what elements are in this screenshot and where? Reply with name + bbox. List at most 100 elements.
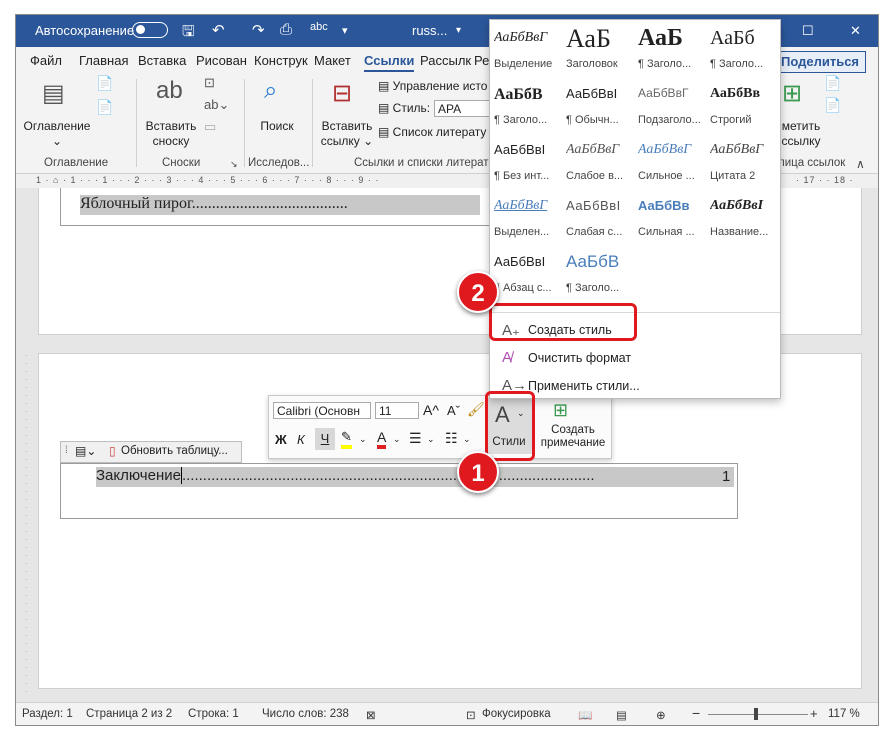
style-toc-heading[interactable]: АаБбВ ¶ Заголо...: [564, 246, 634, 301]
numbering-icon[interactable]: ☷: [445, 430, 458, 447]
style-subtitle[interactable]: АаБбВвГ Подзаголо...: [636, 78, 706, 133]
status-section[interactable]: Раздел: 1: [22, 708, 73, 720]
italic-button[interactable]: К: [297, 432, 305, 447]
zoom-out-button[interactable]: −: [692, 705, 700, 721]
style-emphasis[interactable]: АаБбВвГ Выделение: [492, 22, 562, 77]
update-toc-button[interactable]: Обновить таблицу...: [121, 445, 228, 457]
font-color-dropdown-icon[interactable]: ⌄: [393, 434, 401, 445]
tab-insert[interactable]: Вставка: [138, 53, 186, 68]
customize-qat-icon[interactable]: ▾: [342, 24, 348, 37]
redo-icon[interactable]: ↷: [252, 21, 265, 39]
zoom-slider-track[interactable]: [708, 714, 808, 715]
proofing-icon[interactable]: ⊠: [366, 708, 376, 722]
style-heading-3[interactable]: АаБбВ ¶ Заголо...: [492, 78, 562, 133]
style-list-paragraph[interactable]: АаБбВвІ ¶ Абзац с...: [492, 246, 562, 301]
add-text-icon[interactable]: 📄: [96, 75, 113, 92]
autosave-toggle[interactable]: [132, 22, 168, 38]
style-title[interactable]: АаБ Заголовок: [564, 22, 634, 77]
underline-button[interactable]: Ч: [315, 428, 335, 450]
style-sample: АаБбВвГ: [638, 86, 689, 100]
share-button[interactable]: Поделиться: [774, 51, 866, 73]
style-strong[interactable]: АаБбВв Строгий: [708, 78, 778, 133]
grow-font-icon[interactable]: A^: [423, 402, 439, 418]
toc-line-apple-pie[interactable]: Яблочный пирог..........................…: [80, 195, 480, 215]
toc-menu-icon[interactable]: ▤⌄: [75, 444, 96, 458]
style-heading-1[interactable]: АаБ ¶ Заголо...: [636, 22, 706, 77]
tab-draw[interactable]: Рисован: [196, 53, 247, 68]
insert-toa-icon[interactable]: 📄: [824, 75, 841, 92]
highlight-color-icon[interactable]: ✎: [341, 429, 352, 449]
drag-handle-icon[interactable]: ⁞: [65, 445, 68, 456]
insert-footnote-button[interactable]: Вставить сноску: [140, 119, 202, 149]
status-word-count[interactable]: Число слов: 238: [262, 708, 349, 720]
save-icon[interactable]: 🖫: [182, 21, 195, 46]
format-painter-icon[interactable]: 🖌: [467, 401, 485, 418]
tab-design[interactable]: Конструк: [254, 53, 308, 68]
toc-field-tab[interactable]: ⁞ ▤⌄ ▯ Обновить таблицу...: [60, 441, 242, 463]
font-name-combo[interactable]: Calibri (Основн: [273, 402, 371, 419]
style-heading-2[interactable]: АаБб ¶ Заголо...: [708, 22, 778, 77]
toc-button-label: Оглавление: [23, 119, 91, 133]
zoom-level[interactable]: 117 %: [828, 708, 860, 720]
doc-name-dropdown-icon[interactable]: ▾: [456, 25, 461, 36]
bullets-icon[interactable]: ☰: [409, 430, 422, 447]
zoom-slider-thumb[interactable]: [754, 708, 758, 720]
style-combo[interactable]: APA: [434, 100, 490, 117]
next-footnote-icon[interactable]: ab⌄: [204, 97, 229, 113]
bold-button[interactable]: Ж: [275, 432, 287, 447]
collapse-ribbon-icon[interactable]: ∧: [856, 157, 865, 171]
tab-layout[interactable]: Макет: [314, 53, 351, 68]
show-notes-icon[interactable]: ▭: [204, 119, 216, 135]
close-button[interactable]: ✕: [850, 23, 861, 39]
insert-citation-button[interactable]: Вставить ссылку ⌄: [316, 119, 378, 149]
style-subtle-emphasis[interactable]: АаБбВвГ Слабое в...: [564, 134, 634, 189]
update-table-icon[interactable]: 📄: [96, 99, 113, 116]
shrink-font-icon[interactable]: Aˇ: [447, 403, 460, 418]
undo-icon[interactable]: ↶: [212, 21, 225, 39]
manage-sources-button[interactable]: ▤ Управление исто: [378, 79, 487, 93]
web-layout-icon[interactable]: ⊕: [656, 708, 666, 722]
bullets-dropdown-icon[interactable]: ⌄: [427, 434, 435, 445]
focus-icon[interactable]: ⊡: [466, 708, 476, 722]
mark-label-1: метить: [781, 119, 821, 133]
style-book-title[interactable]: АаБбВвІ Название...: [708, 190, 778, 245]
tab-references[interactable]: Ссылки: [364, 53, 415, 72]
style-quote-2[interactable]: АаБбВвГ Цитата 2: [708, 134, 778, 189]
status-page[interactable]: Страница 2 из 2: [86, 708, 172, 720]
style-intense-quote[interactable]: АаБбВвГ Выделен...: [492, 190, 562, 245]
highlight-dropdown-icon[interactable]: ⌄: [359, 434, 367, 445]
maximize-button[interactable]: ☐: [802, 23, 814, 39]
spelling-icon[interactable]: abc: [310, 21, 328, 33]
tab-mailings[interactable]: Рассылк: [420, 53, 471, 68]
vertical-ruler[interactable]: [20, 355, 32, 695]
new-comment-button[interactable]: Создать примечание: [535, 424, 611, 450]
font-size-combo[interactable]: 11: [375, 402, 419, 419]
footnotes-launcher-icon[interactable]: ↘: [230, 159, 238, 170]
clear-formatting-item[interactable]: A̸ Очистить формат: [490, 344, 780, 372]
print-layout-icon[interactable]: ▤: [616, 708, 627, 722]
document-name[interactable]: russ...: [412, 23, 447, 38]
search-button[interactable]: Поиск: [252, 119, 302, 134]
mark-citation-button[interactable]: метить ссылку: [776, 119, 826, 149]
print-icon[interactable]: ⎙: [280, 21, 292, 38]
style-no-spacing[interactable]: АаБбВвІ ¶ Без инт...: [492, 134, 562, 189]
status-line[interactable]: Строка: 1: [188, 708, 239, 720]
style-normal[interactable]: АаБбВвІ ¶ Обычн...: [564, 78, 634, 133]
focus-mode-label[interactable]: Фокусировка: [482, 708, 551, 720]
style-subtle-reference[interactable]: АаБбВвІ Слабая с...: [564, 190, 634, 245]
word-window: Автосохранение 🖫 ↶ ↷ ⎙ abc ▾ russ... ▾ —…: [15, 14, 879, 726]
read-mode-icon[interactable]: 📖: [578, 708, 592, 722]
toc-line-conclusion[interactable]: Заключение..............................…: [96, 467, 734, 487]
toc-button[interactable]: Оглавление ⌄: [22, 119, 92, 149]
numbering-dropdown-icon[interactable]: ⌄: [463, 434, 471, 445]
style-intense-emphasis[interactable]: АаБбВвГ Сильное ...: [636, 134, 706, 189]
bibliography-button[interactable]: ▤ Список литерату: [378, 125, 486, 139]
font-color-icon[interactable]: A: [377, 429, 387, 449]
update-toa-icon[interactable]: 📄: [824, 97, 841, 114]
clear-formatting-icon: A̸: [502, 349, 513, 366]
insert-endnote-icon[interactable]: ⊡: [204, 75, 215, 91]
style-intense-reference[interactable]: АаБбВв Сильная ...: [636, 190, 706, 245]
zoom-in-button[interactable]: +: [810, 706, 818, 721]
tab-home[interactable]: Главная: [79, 53, 128, 68]
tab-file[interactable]: Файл: [30, 53, 62, 68]
